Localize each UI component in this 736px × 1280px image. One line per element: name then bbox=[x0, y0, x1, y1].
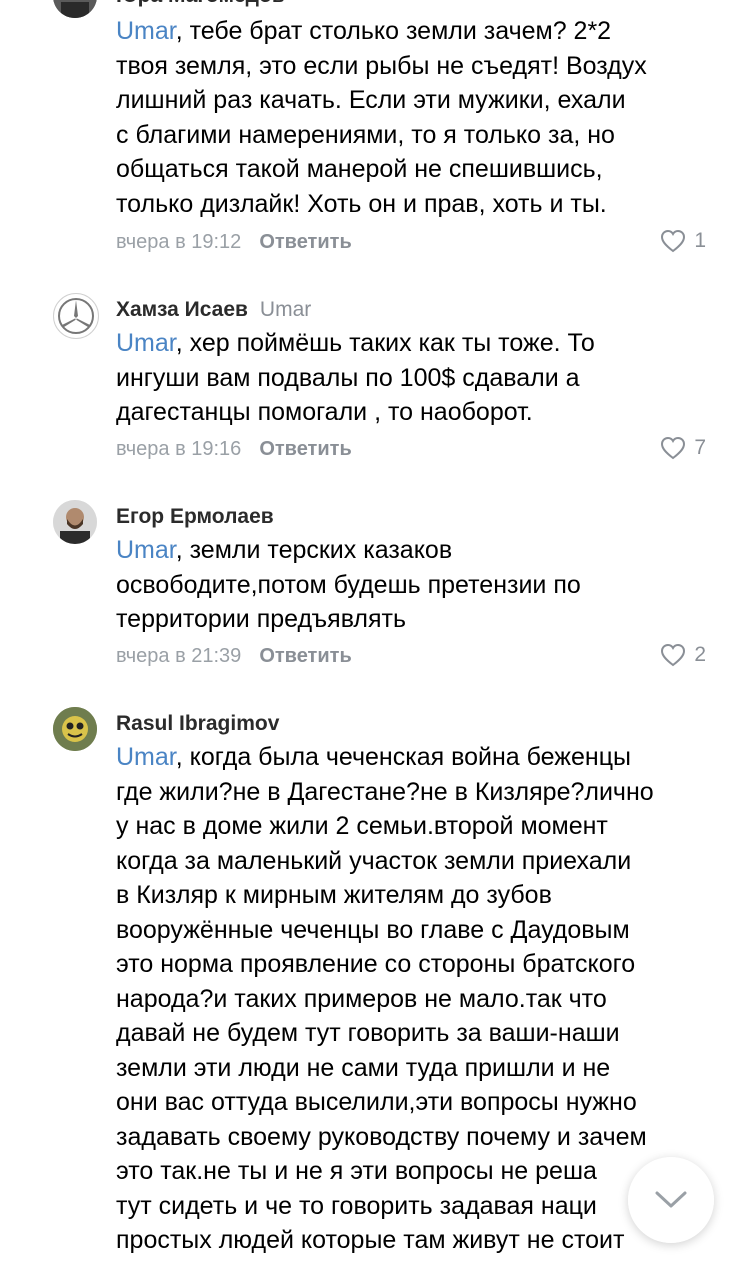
chevron-down-icon bbox=[655, 1191, 687, 1208]
heart-outline-icon bbox=[661, 229, 686, 253]
comment-author[interactable]: Егор Ермолаев bbox=[116, 505, 274, 528]
comment-time: вчера в 21:39 bbox=[116, 645, 242, 667]
avatar[interactable] bbox=[53, 707, 97, 751]
comment-text: Umar, хер поймёшь таких как ты тоже. То … bbox=[116, 329, 595, 426]
mention-link[interactable]: Umar bbox=[116, 536, 176, 564]
avatar[interactable] bbox=[53, 500, 97, 544]
comment-meta: вчера в 19:16 Ответить bbox=[116, 438, 352, 461]
scroll-down-button[interactable] bbox=[628, 1157, 714, 1243]
like-button[interactable]: 2 bbox=[660, 643, 706, 667]
mention-link[interactable]: Umar bbox=[116, 329, 176, 357]
comment-author-line: Хамза Исаев Umar bbox=[116, 298, 311, 322]
mention-link[interactable]: Umar bbox=[116, 743, 176, 771]
like-button[interactable]: 7 bbox=[660, 436, 706, 460]
mention-link[interactable]: Umar bbox=[116, 17, 176, 45]
comment-time: вчера в 19:16 bbox=[116, 438, 242, 460]
comment-author-line: Rasul Ibragimov bbox=[116, 712, 279, 736]
comment-meta: вчера в 19:12 Ответить bbox=[116, 231, 352, 254]
like-count: 2 bbox=[694, 643, 706, 666]
heart-outline-icon bbox=[661, 643, 686, 667]
avatar[interactable] bbox=[53, 0, 97, 18]
comment-author-line: Егор Ермолаев bbox=[116, 505, 274, 529]
like-count: 7 bbox=[694, 436, 706, 459]
like-count: 1 bbox=[694, 229, 706, 252]
avatar[interactable] bbox=[53, 293, 99, 339]
comment-author[interactable]: Хамза Исаев bbox=[116, 298, 248, 321]
reply-button[interactable]: Ответить bbox=[259, 438, 351, 460]
comment-author[interactable]: Rasul Ibragimov bbox=[116, 712, 279, 735]
comment-text: Umar, тебе брат столько земли зачем? 2*2… bbox=[116, 17, 647, 218]
heart-outline-icon bbox=[661, 436, 686, 460]
comment-time: вчера в 19:12 bbox=[116, 231, 242, 253]
reply-to-name[interactable]: Umar bbox=[260, 298, 311, 321]
like-button[interactable]: 1 bbox=[660, 229, 706, 253]
comment-text: Umar, земли терских казаков освободите,п… bbox=[116, 536, 581, 633]
reply-button[interactable]: Ответить bbox=[259, 231, 351, 253]
reply-button[interactable]: Ответить bbox=[259, 645, 351, 667]
comment-meta: вчера в 21:39 Ответить bbox=[116, 645, 352, 668]
comment-author[interactable]: Юра Магомедов bbox=[116, 0, 285, 8]
comment-text: Umar, когда была чеченская война беженцы… bbox=[116, 743, 654, 1254]
